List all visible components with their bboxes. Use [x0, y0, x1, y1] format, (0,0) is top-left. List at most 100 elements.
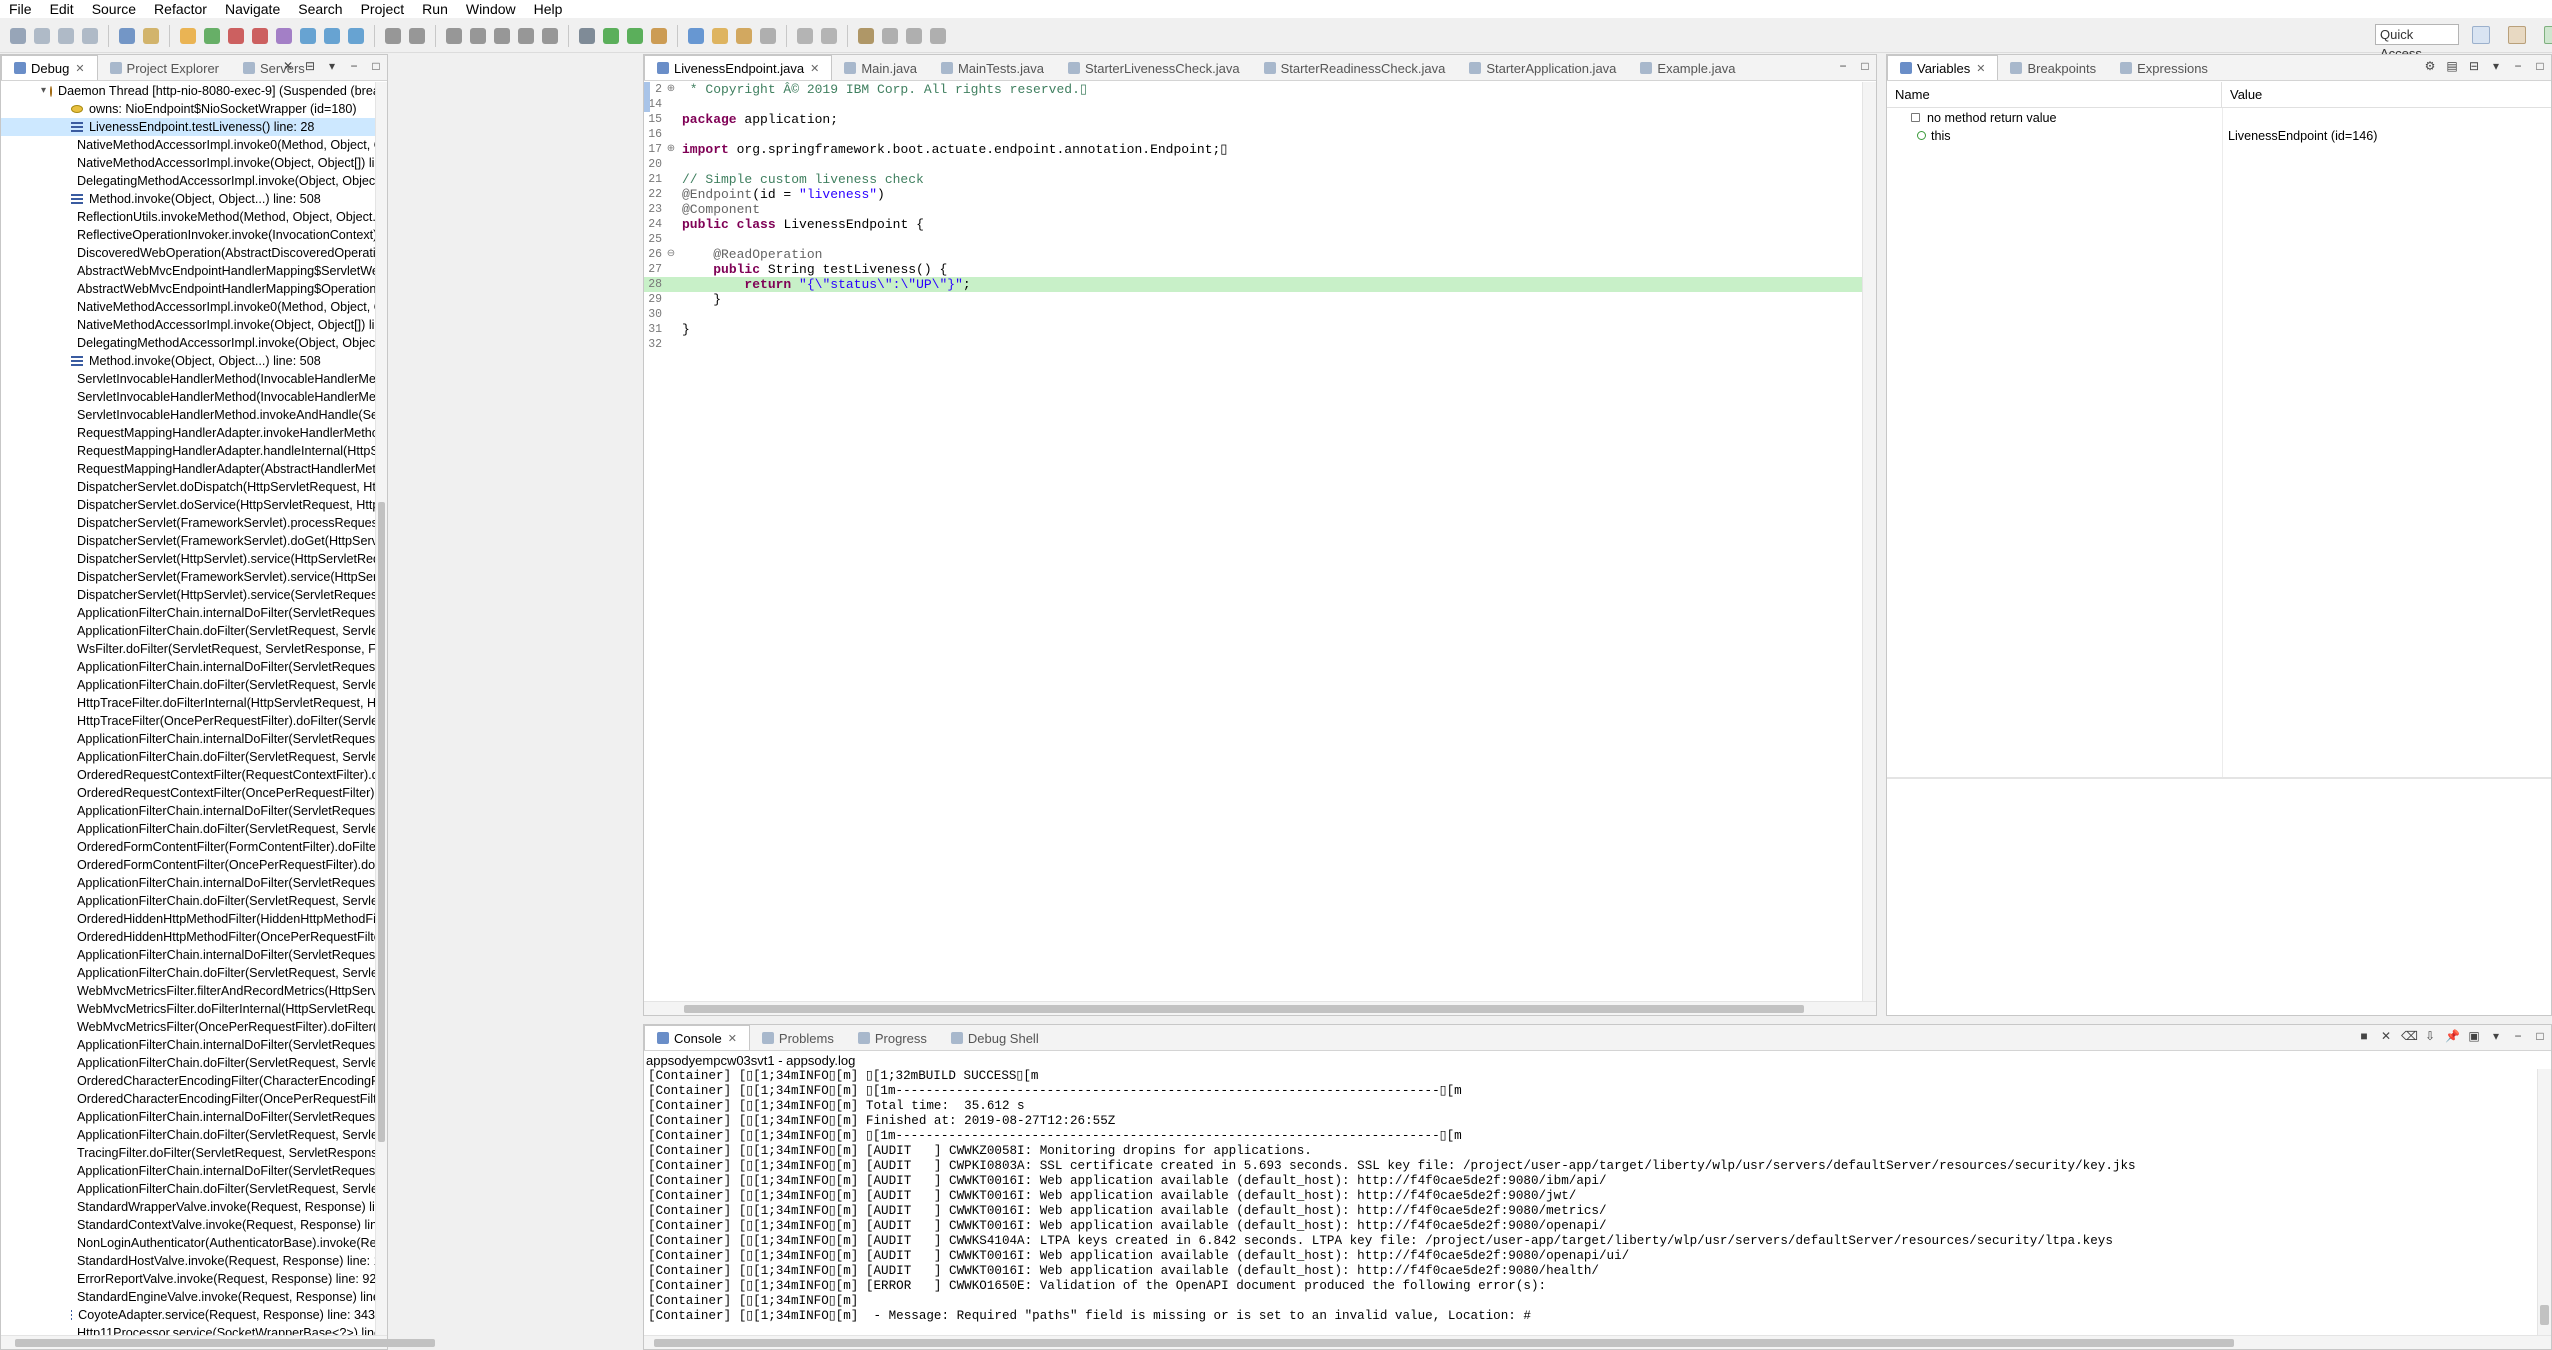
stack-frame[interactable]: ErrorReportValve.invoke(Request, Respons…	[1, 1270, 375, 1288]
show-whitespace-icon[interactable]	[542, 27, 558, 44]
stack-frame[interactable]: TracingFilter.doFilter(ServletRequest, S…	[1, 1144, 375, 1162]
close-icon[interactable]: ✕	[1976, 62, 1985, 75]
stack-frame[interactable]: WebMvcMetricsFilter.filterAndRecordMetri…	[1, 982, 375, 1000]
quick-access-input[interactable]: Quick Access	[2375, 24, 2459, 61]
menu-search[interactable]: Search	[289, 0, 351, 18]
maximize-icon[interactable]: □	[1858, 59, 1872, 73]
menu-run[interactable]: Run	[413, 0, 457, 18]
stack-frame[interactable]: ReflectionUtils.invokeMethod(Method, Obj…	[1, 208, 375, 226]
annotations-icon[interactable]	[760, 27, 776, 44]
menu-project[interactable]: Project	[352, 0, 414, 18]
code-line[interactable]: 24 public class LivenessEndpoint {	[644, 217, 1862, 232]
run-icon[interactable]	[204, 27, 220, 44]
back-icon[interactable]	[882, 27, 898, 44]
details-pane-sash[interactable]	[1887, 777, 2551, 779]
editor-tab-4[interactable]: StarterReadinessCheck.java	[1252, 56, 1458, 80]
stack-frame[interactable]: ApplicationFilterChain.doFilter(ServletR…	[1, 676, 375, 694]
menu-help[interactable]: Help	[525, 0, 572, 18]
stack-frame[interactable]: ApplicationFilterChain.internalDoFilter(…	[1, 946, 375, 964]
stack-frame[interactable]: OrderedRequestContextFilter(RequestConte…	[1, 766, 375, 784]
code-line[interactable]: 32	[644, 337, 1862, 352]
stack-frame[interactable]: ApplicationFilterChain.internalDoFilter(…	[1, 874, 375, 892]
fold-toggle-icon[interactable]	[666, 127, 676, 142]
name-column-header[interactable]: Name	[1887, 82, 2222, 107]
fold-toggle-icon[interactable]	[666, 337, 676, 352]
menu-refactor[interactable]: Refactor	[145, 0, 216, 18]
fold-toggle-icon[interactable]	[666, 172, 676, 187]
value-column-header[interactable]: Value	[2222, 82, 2262, 107]
stack-frame[interactable]: HttpTraceFilter(OncePerRequestFilter).do…	[1, 712, 375, 730]
perspective-javaee-icon[interactable]	[2508, 26, 2526, 44]
stack-frame[interactable]: OrderedHiddenHttpMethodFilter(OncePerReq…	[1, 928, 375, 946]
show-type-names-icon[interactable]: ⚙	[2423, 59, 2437, 73]
menu-navigate[interactable]: Navigate	[216, 0, 289, 18]
toggle-mark-icon[interactable]	[409, 27, 425, 44]
menu-window[interactable]: Window	[457, 0, 525, 18]
stack-frame[interactable]: ApplicationFilterChain.doFilter(ServletR…	[1, 748, 375, 766]
code-line[interactable]: 25	[644, 232, 1862, 247]
menu-source[interactable]: Source	[83, 0, 145, 18]
stack-frame[interactable]: Method.invoke(Object, Object...) line: 5…	[1, 190, 375, 208]
step-into-icon[interactable]	[276, 27, 292, 44]
pin-icon[interactable]	[930, 27, 946, 44]
clear-console-icon[interactable]: ⌫	[2401, 1029, 2418, 1043]
stack-frame[interactable]: RequestMappingHandlerAdapter.handleInter…	[1, 442, 375, 460]
terminate-icon[interactable]	[228, 27, 244, 44]
stack-frame[interactable]: ApplicationFilterChain.internalDoFilter(…	[1, 1036, 375, 1054]
console-horizontal-scrollbar[interactable]	[644, 1335, 2551, 1349]
format-icon[interactable]	[494, 27, 510, 44]
step-return-icon[interactable]	[324, 27, 340, 44]
code-line[interactable]: 27 public String testLiveness() {	[644, 262, 1862, 277]
owned-monitor-node[interactable]: owns: NioEndpoint$NioSocketWrapper (id=1…	[1, 100, 375, 118]
fold-toggle-icon[interactable]	[666, 292, 676, 307]
editor-tab-3[interactable]: StarterLivenessCheck.java	[1056, 56, 1252, 80]
stack-frame[interactable]: NonLoginAuthenticator(AuthenticatorBase)…	[1, 1234, 375, 1252]
stack-frame[interactable]: ApplicationFilterChain.internalDoFilter(…	[1, 658, 375, 676]
stack-frame[interactable]: ReflectiveOperationInvoker.invoke(Invoca…	[1, 226, 375, 244]
variables-tab-1[interactable]: Breakpoints	[1998, 56, 2108, 80]
stack-frame[interactable]: RequestMappingHandlerAdapter.invokeHandl…	[1, 424, 375, 442]
stack-frame[interactable]: Method.invoke(Object, Object...) line: 5…	[1, 352, 375, 370]
breakpoints-icon[interactable]	[143, 27, 159, 44]
stack-frame[interactable]: DiscoveredWebOperation(AbstractDiscovere…	[1, 244, 375, 262]
open-task-icon[interactable]	[712, 27, 728, 44]
stack-frame[interactable]: StandardHostValve.invoke(Request, Respon…	[1, 1252, 375, 1270]
variables-tab-2[interactable]: Expressions	[2108, 56, 2220, 80]
debug-horizontal-scrollbar[interactable]	[1, 1335, 435, 1349]
last-edit-icon[interactable]	[858, 27, 874, 44]
stack-frame[interactable]: OrderedCharacterEncodingFilter(Character…	[1, 1072, 375, 1090]
stack-frame[interactable]: ApplicationFilterChain.internalDoFilter(…	[1, 802, 375, 820]
stack-frame[interactable]: StandardWrapperValve.invoke(Request, Res…	[1, 1198, 375, 1216]
console-tab-0[interactable]: Console ✕	[644, 1025, 750, 1050]
drop-to-frame-icon[interactable]	[348, 27, 364, 44]
fold-toggle-icon[interactable]	[666, 157, 676, 172]
code-line[interactable]: 22 @Endpoint(id = "liveness")	[644, 187, 1862, 202]
expand-arrow-icon[interactable]: ▾	[41, 82, 46, 100]
code-editor[interactable]: 2 ⊕ * Copyright Â© 2019 IBM Corp. All rig…	[644, 82, 1862, 1001]
stack-frame[interactable]: ApplicationFilterChain.doFilter(ServletR…	[1, 1180, 375, 1198]
fold-toggle-icon[interactable]	[666, 217, 676, 232]
collapse-all-icon[interactable]: ⊟	[2467, 59, 2481, 73]
forward-icon[interactable]	[906, 27, 922, 44]
fold-toggle-icon[interactable]: ⊖	[666, 247, 676, 262]
scroll-lock-icon[interactable]: ⇩	[2423, 1029, 2437, 1043]
stack-frame[interactable]: ApplicationFilterChain.doFilter(ServletR…	[1, 820, 375, 838]
fold-toggle-icon[interactable]	[666, 307, 676, 322]
toggle-comment-icon[interactable]	[518, 27, 534, 44]
maximize-icon[interactable]: □	[2533, 59, 2547, 73]
debug-menu-icon[interactable]	[651, 27, 667, 44]
code-line[interactable]: 23 @Component	[644, 202, 1862, 217]
editor-tab-6[interactable]: Example.java	[1628, 56, 1747, 80]
close-icon[interactable]: ✕	[75, 62, 84, 75]
fold-toggle-icon[interactable]: ⊕	[666, 142, 676, 157]
stack-frame[interactable]: ApplicationFilterChain.doFilter(ServletR…	[1, 1054, 375, 1072]
minimize-icon[interactable]: −	[2511, 1029, 2525, 1043]
stack-frame[interactable]: AbstractWebMvcEndpointHandlerMapping$Ser…	[1, 262, 375, 280]
run-menu-icon[interactable]	[603, 27, 619, 44]
stack-frame[interactable]: ApplicationFilterChain.doFilter(ServletR…	[1, 622, 375, 640]
stack-frame[interactable]: StandardEngineValve.invoke(Request, Resp…	[1, 1288, 375, 1306]
maximize-icon[interactable]: □	[2533, 1029, 2547, 1043]
console-tab-1[interactable]: Problems	[750, 1026, 846, 1050]
stack-frame[interactable]: NativeMethodAccessorImpl.invoke0(Method,…	[1, 298, 375, 316]
stack-frame[interactable]: StandardContextValve.invoke(Request, Res…	[1, 1216, 375, 1234]
